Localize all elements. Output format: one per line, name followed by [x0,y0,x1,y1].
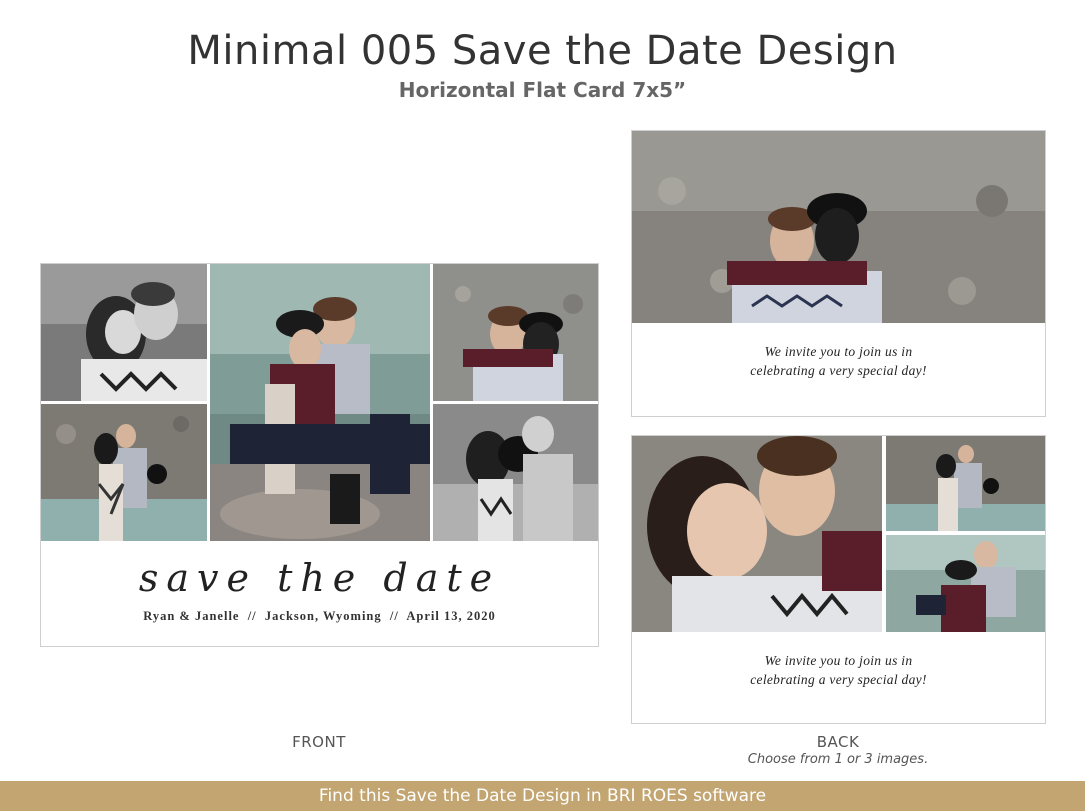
front-caption: FRONT [292,733,346,751]
back-image-options-note: Choose from 1 or 3 images. [747,752,929,767]
photo-couple-hug-portrait [632,131,1045,323]
back-card-three-images: We invite you to join us in celebrating … [631,435,1046,724]
photo-couple-hat-kiss-bw [433,404,598,541]
front-card: save the date Ryan & Janelle // Jackson,… [40,263,599,647]
invite-text-line1: We invite you to join us in [764,344,913,359]
invite-text-line2: celebrating a very special day! [750,672,927,687]
couple-details: Ryan & Janelle // Jackson, Wyoming // Ap… [143,609,496,623]
page-title: Minimal 005 Save the Date Design [187,28,898,74]
photo-couple-standing-river [41,404,207,541]
photo-couple-sitting-small [886,535,1045,632]
photo-couple-standing-river-small [886,436,1045,531]
photo-couple-hug-rocks [433,264,598,401]
photo-couple-sitting-rock [210,264,430,541]
photo-couple-embrace-bw [41,264,207,401]
save-the-date-script: save the date [138,556,501,600]
footer-banner: Find this Save the Date Design in BRI RO… [0,781,1085,811]
page-subtitle: Horizontal Flat Card 7x5” [398,78,687,102]
invite-text-line1: We invite you to join us in [764,653,913,668]
back-card-single-image: We invite you to join us in celebrating … [631,130,1046,417]
back-caption: BACK [816,733,860,751]
photo-couple-closeup-smile [632,436,882,632]
invite-text-line2: celebrating a very special day! [750,363,927,378]
